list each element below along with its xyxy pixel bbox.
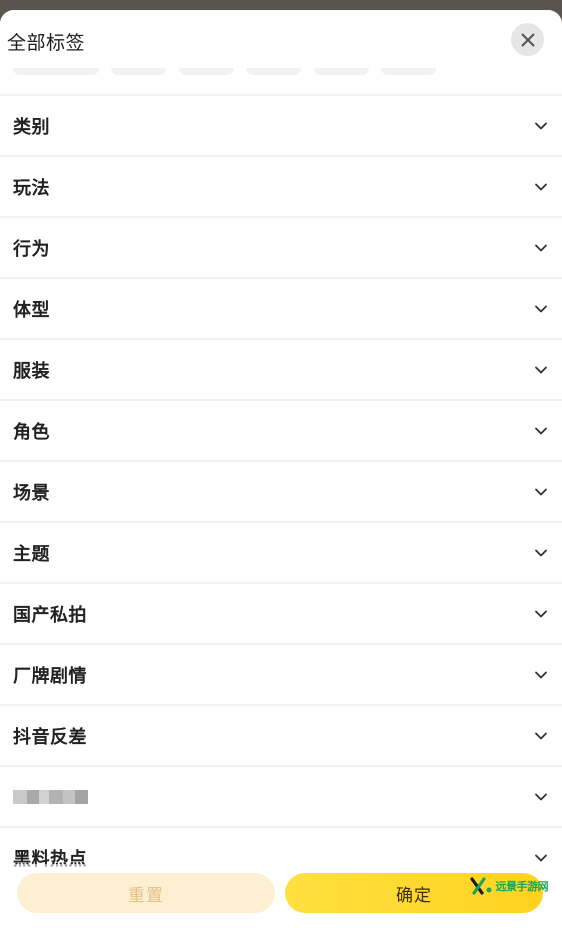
chevron-down-icon [535,244,547,251]
sheet-title: 全部标签 [7,32,86,54]
chevron-down-icon [535,366,547,373]
close-button[interactable] [511,23,544,56]
logo-mark-icon [469,877,491,895]
tag-sheet: 全部标签 类别 玩法 行为 体型 服装 角色 场景 主题 国产私拍 厂牌剧情 抖… [0,10,562,928]
category-label: 国产私拍 [13,604,87,626]
category-label: 角色 [13,421,50,443]
category-row-xingwei[interactable]: 行为 [0,216,562,277]
tag-chip[interactable] [179,68,234,75]
chevron-down-icon [535,305,547,312]
category-label: 场景 [13,482,50,504]
category-row-wanfa[interactable]: 玩法 [0,155,562,216]
category-row-douyin[interactable]: 抖音反差 [0,704,562,765]
tag-chip[interactable] [246,68,301,75]
tag-chip[interactable] [13,68,99,75]
chevron-down-icon [535,732,547,739]
chevron-down-icon [535,427,547,434]
chevron-down-icon [535,671,547,678]
category-row-fuzhuang[interactable]: 服装 [0,338,562,399]
chevron-down-icon [535,122,547,129]
category-label: 服装 [13,360,50,382]
chevron-down-icon [535,793,547,800]
chevron-down-icon [535,183,547,190]
category-list: 类别 玩法 行为 体型 服装 角色 场景 主题 国产私拍 厂牌剧情 抖音反差 黑… [0,94,562,887]
pixelated-label [13,782,88,812]
category-row-obscured[interactable] [0,765,562,826]
chevron-down-icon [535,610,547,617]
category-label: 抖音反差 [13,726,87,748]
category-row-changpai[interactable]: 厂牌剧情 [0,643,562,704]
watermark-text: 远景手游网 [495,880,549,893]
confirm-label: 确定 [396,885,432,906]
chevron-down-icon [535,854,547,861]
chevron-down-icon [535,549,547,556]
category-row-tixing[interactable]: 体型 [0,277,562,338]
category-label: 厂牌剧情 [13,665,87,687]
category-label: 行为 [13,238,50,260]
tag-chip[interactable] [111,68,166,75]
category-label: 玩法 [13,177,50,199]
category-row-juese[interactable]: 角色 [0,399,562,460]
tag-chip[interactable] [314,68,369,75]
action-footer: 重置 确定 远景手游网 [0,864,562,928]
category-label: 主题 [13,543,50,565]
reset-button[interactable]: 重置 [17,873,275,913]
sheet-header: 全部标签 [0,10,562,68]
watermark: 远景手游网 [469,877,549,895]
selected-tag-strip [0,68,562,94]
tag-chip[interactable] [381,68,436,75]
category-row-changjing[interactable]: 场景 [0,460,562,521]
chevron-down-icon [535,488,547,495]
category-label: 类别 [13,116,50,138]
close-icon [521,33,534,46]
category-row-leibie[interactable]: 类别 [0,94,562,155]
category-row-zhuti[interactable]: 主题 [0,521,562,582]
category-label: 体型 [13,299,50,321]
category-row-guochan[interactable]: 国产私拍 [0,582,562,643]
